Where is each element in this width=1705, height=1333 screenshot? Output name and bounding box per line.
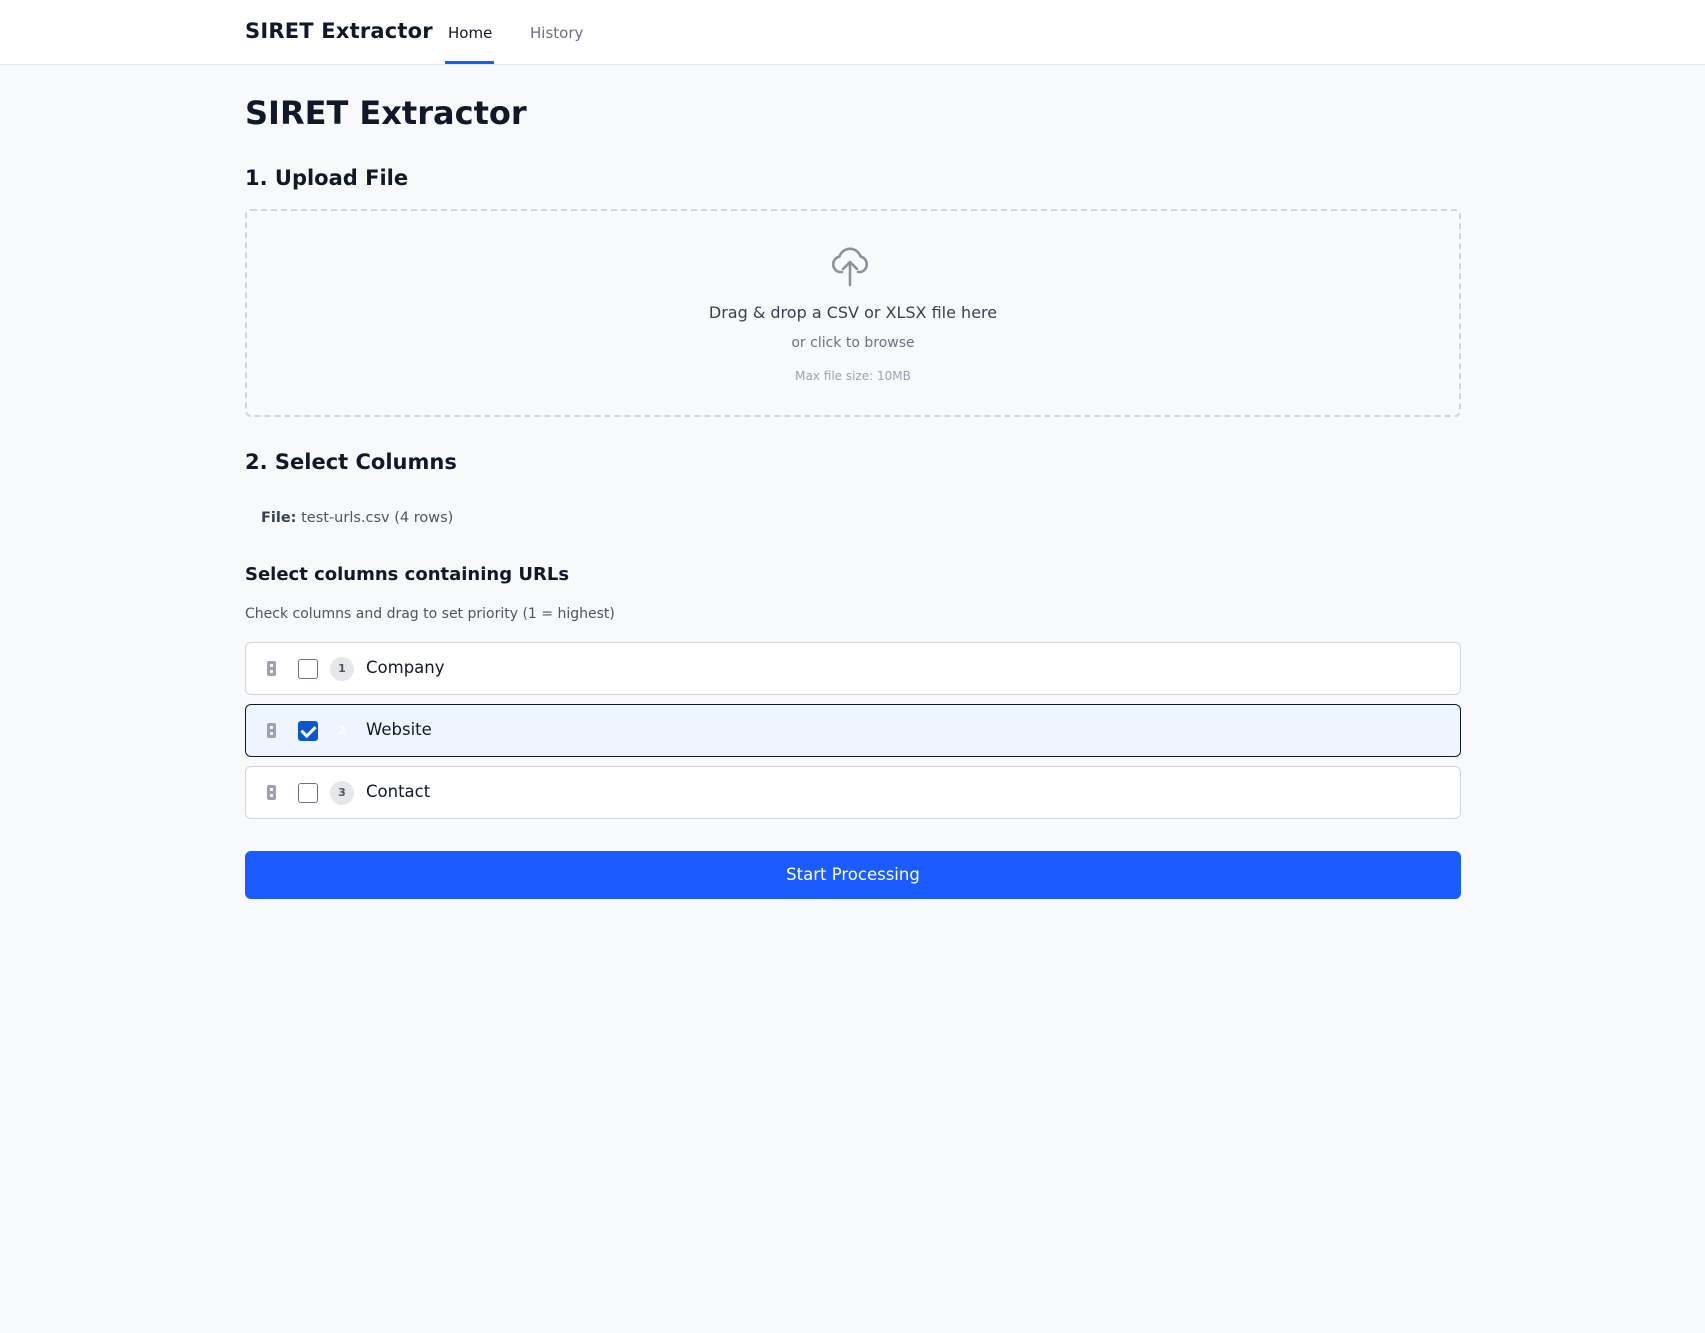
- priority-badge: 1: [330, 657, 354, 681]
- file-label: File:: [261, 510, 297, 526]
- column-name: Website: [366, 720, 432, 739]
- priority-badge: 3: [330, 781, 354, 805]
- top-nav-bar: SIRET Extractor Home History: [0, 0, 1705, 65]
- column-checkbox-website[interactable]: [298, 721, 318, 741]
- file-dropzone[interactable]: Drag & drop a CSV or XLSX file here or c…: [245, 209, 1461, 417]
- drag-handle-icon[interactable]: [267, 723, 276, 738]
- active-tab-indicator: [445, 61, 494, 64]
- column-checkbox-contact[interactable]: [298, 783, 318, 803]
- column-row-company[interactable]: 1 Company: [245, 642, 1461, 695]
- dropzone-max-size: Max file size: 10MB: [795, 369, 911, 383]
- column-checkbox-company[interactable]: [298, 659, 318, 679]
- priority-badge: 2: [338, 724, 346, 737]
- file-info: File: test-urls.csv (4 rows): [261, 510, 453, 526]
- tab-history[interactable]: History: [530, 24, 583, 42]
- file-value: test-urls.csv (4 rows): [301, 510, 454, 526]
- column-name: Company: [366, 658, 445, 677]
- upload-section-heading: 1. Upload File: [245, 166, 409, 190]
- page-title: SIRET Extractor: [245, 94, 527, 132]
- drag-handle-icon[interactable]: [267, 785, 276, 800]
- columns-section-heading: 2. Select Columns: [245, 450, 457, 474]
- columns-subheading: Select columns containing URLs: [245, 564, 570, 585]
- column-name: Contact: [366, 782, 431, 801]
- start-processing-button[interactable]: Start Processing: [245, 851, 1461, 899]
- drag-handle-icon[interactable]: [267, 661, 276, 676]
- column-row-website[interactable]: 2 Website: [245, 704, 1461, 757]
- cloud-upload-icon: [831, 247, 869, 287]
- brand-title[interactable]: SIRET Extractor: [245, 19, 433, 43]
- column-row-contact[interactable]: 3 Contact: [245, 766, 1461, 819]
- tab-home[interactable]: Home: [448, 24, 492, 42]
- columns-hint: Check columns and drag to set priority (…: [245, 606, 615, 622]
- dropzone-primary-text: Drag & drop a CSV or XLSX file here: [708, 303, 998, 322]
- dropzone-browse-text[interactable]: or click to browse: [247, 335, 1459, 351]
